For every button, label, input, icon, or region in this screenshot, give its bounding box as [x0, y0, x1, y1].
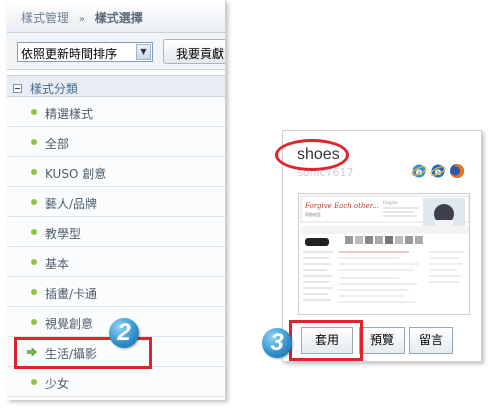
bullet-icon [31, 379, 37, 385]
preview-button[interactable]: 預覽 [359, 327, 405, 354]
bullet-icon [31, 289, 37, 295]
breadcrumb: 樣式管理 » 樣式選擇 [7, 0, 225, 33]
category-item-basic[interactable]: 基本 [7, 247, 225, 277]
category-item-featured[interactable]: 精選樣式 [7, 97, 225, 127]
bullet-icon [31, 229, 37, 235]
category-item-kuso[interactable]: KUSO 創意 [7, 157, 225, 187]
category-header[interactable]: 樣式分類 [7, 75, 225, 97]
breadcrumb-current: 樣式選擇 [94, 11, 143, 25]
bullet-icon [31, 139, 37, 145]
category-item-girl[interactable]: 少女 [7, 367, 225, 397]
thumbnail-banner-subtitle: 原諒彼此 [305, 211, 321, 217]
category-item-artist-brand[interactable]: 藝人/品牌 [7, 187, 225, 217]
bullet-icon [31, 199, 37, 205]
bullet-icon [31, 319, 37, 325]
ie7-icon: e [430, 164, 446, 178]
thumbnail-preview-image: Forgive Each other... 原諒彼此 Forgive [299, 194, 469, 314]
category-item-label: 藝人/品牌 [45, 197, 98, 211]
theme-card: shoes sonic7617 e e Forgive Each other..… [275, 130, 482, 362]
bullet-icon [31, 109, 37, 115]
theme-thumbnail[interactable]: Forgive Each other... 原諒彼此 Forgive [298, 193, 470, 315]
category-item-label: 全部 [45, 137, 70, 151]
ie6-icon: e [411, 164, 427, 178]
bullet-icon [31, 169, 37, 175]
contribute-button[interactable]: 我要貢獻 [163, 39, 225, 64]
category-item-label: 基本 [45, 257, 70, 271]
category-item-tutorial[interactable]: 教學型 [7, 217, 225, 247]
message-button[interactable]: 留言 [409, 327, 453, 354]
step-2-badge: 2 [109, 318, 139, 348]
category-item-label: 精選樣式 [45, 107, 94, 121]
toolbar: 依照更新時間排序 ▼ 我要貢獻 [7, 33, 225, 70]
category-item-label: 少女 [45, 377, 70, 391]
category-item-illustration[interactable]: 插畫/卡通 [7, 277, 225, 307]
firefox-icon [450, 163, 465, 178]
sort-order-select[interactable]: 依照更新時間排序 ▼ [17, 42, 153, 62]
category-item-label: KUSO 創意 [45, 167, 107, 181]
thumbnail-banner-title-small: Forgive [383, 200, 398, 205]
bullet-icon [31, 259, 37, 265]
sort-order-value: 依照更新時間排序 [21, 47, 118, 61]
thumbnail-banner-title: Forgive Each other... [304, 202, 379, 210]
highlight-box-apply [289, 320, 363, 361]
category-item-all[interactable]: 全部 [7, 127, 225, 157]
category-item-label: 視覺創意 [45, 317, 94, 331]
highlight-oval-name [275, 139, 349, 171]
chevron-down-icon[interactable]: ▼ [136, 44, 151, 60]
category-item-label: 教學型 [45, 227, 82, 241]
category-header-label: 樣式分類 [29, 82, 78, 96]
step-3-badge: 3 [262, 328, 292, 358]
breadcrumb-separator: » [78, 14, 85, 25]
collapse-icon[interactable] [13, 84, 22, 93]
breadcrumb-parent[interactable]: 樣式管理 [21, 11, 69, 25]
category-item-label: 插畫/卡通 [45, 287, 98, 301]
